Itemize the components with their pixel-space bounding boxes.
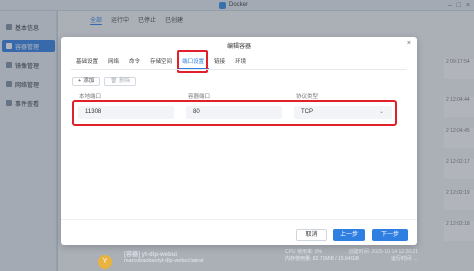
tab-network[interactable]: 网络 — [103, 57, 124, 69]
plus-icon: + — [78, 78, 82, 84]
tab-command[interactable]: 命令 — [124, 57, 145, 69]
trash-icon: 🗑 — [110, 78, 118, 84]
port-table-header: 本地端口 容器端口 协议类型 — [72, 92, 402, 100]
previous-step-button[interactable]: 上一步 — [333, 229, 365, 241]
container-name: [容器] yt-dlp-webui — [124, 252, 177, 258]
port-row-highlight-annotation — [72, 100, 397, 126]
add-port-button[interactable]: + 添加 — [72, 77, 101, 86]
avatar: Y — [98, 255, 112, 269]
cancel-button[interactable]: 取消 — [296, 229, 327, 241]
tab-environment[interactable]: 环境 — [230, 57, 251, 69]
close-icon[interactable]: × — [407, 40, 411, 47]
edit-container-dialog: 编辑容器 × 基础设置 网络 命令 存储空间 端口设置 链接 环境 + 添加 🗑… — [61, 37, 417, 245]
add-port-label: 添加 — [83, 78, 95, 84]
uptime: 运行时间: ... — [391, 256, 418, 262]
footer-divider — [61, 219, 417, 220]
container-card: Y [容器] yt-dlp-webui marcobaobao/yt-dlp-w… — [98, 245, 418, 271]
tab-links[interactable]: 链接 — [209, 57, 230, 69]
column-protocol: 协议类型 — [296, 94, 319, 100]
column-container-port: 容器端口 — [188, 94, 211, 100]
next-step-button[interactable]: 下一步 — [372, 229, 408, 241]
dialog-title: 编辑容器 — [226, 44, 251, 50]
tabs-divider — [71, 69, 407, 70]
delete-port-label: 删除 — [119, 78, 131, 84]
created-time: 创建时间: 2025-10-14 12:20:21 — [348, 249, 418, 255]
tab-storage[interactable]: 存储空间 — [145, 57, 177, 69]
tab-basic-settings[interactable]: 基础设置 — [71, 57, 103, 69]
dialog-tabs: 基础设置 网络 命令 存储空间 端口设置 链接 环境 — [71, 57, 251, 69]
container-image: marcobaobao/yt-dlp-webui:latest — [124, 258, 204, 264]
column-local-port: 本地端口 — [79, 94, 102, 100]
port-actions: + 添加 🗑 删除 — [72, 77, 137, 86]
container-times: 创建时间: 2025-10-14 12:20:21 运行时间: ... — [349, 249, 418, 263]
delete-port-button[interactable]: 🗑 删除 — [104, 77, 137, 86]
